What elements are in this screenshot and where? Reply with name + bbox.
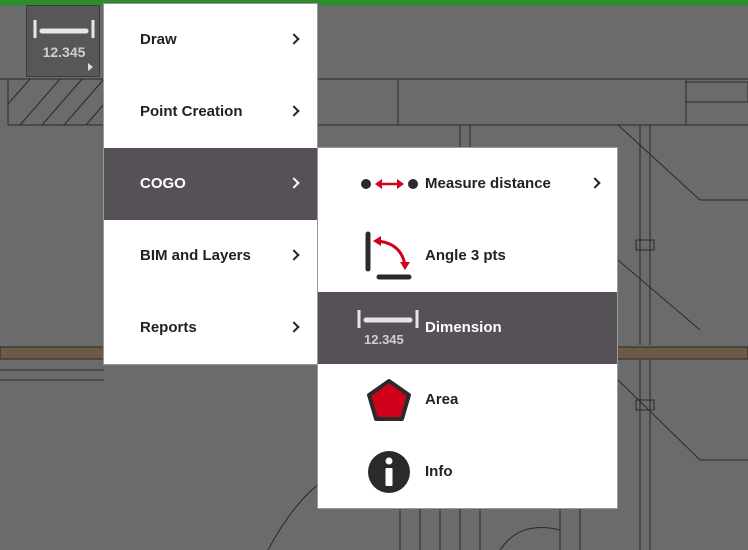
expand-corner-icon: [88, 63, 93, 71]
menu-item-label: Point Creation: [140, 103, 243, 120]
cogo-submenu: Measure distance Angle 3 pts 12.345 Dime…: [318, 148, 617, 508]
dimension-icon-value: 12.345: [364, 332, 404, 347]
submenu-item-label: Angle 3 pts: [425, 247, 506, 264]
angle-icon: [365, 231, 412, 280]
chevron-right-icon: [288, 321, 300, 333]
menu-item-label: Draw: [140, 31, 177, 48]
menu-item-reports[interactable]: Reports: [104, 292, 317, 364]
menu-item-label: BIM and Layers: [140, 247, 251, 264]
submenu-item-dimension[interactable]: 12.345 Dimension: [318, 292, 617, 364]
chevron-right-icon: [288, 249, 300, 261]
chevron-right-icon: [589, 177, 601, 189]
menu-item-bim-and-layers[interactable]: BIM and Layers: [104, 220, 317, 292]
dimension-icon: [357, 310, 419, 328]
main-menu: Draw Point Creation COGO BIM and Layers …: [104, 4, 317, 364]
info-icon: [368, 451, 410, 493]
menu-item-label: Reports: [140, 319, 197, 336]
dimension-icon: [33, 20, 95, 38]
area-pentagon-icon: [367, 379, 411, 421]
tool-value-label: 12.345: [42, 44, 86, 60]
chevron-right-icon: [288, 177, 300, 189]
chevron-right-icon: [288, 105, 300, 117]
submenu-item-area[interactable]: Area: [318, 364, 617, 436]
menu-item-cogo[interactable]: COGO: [104, 148, 317, 220]
menu-item-label: COGO: [140, 175, 186, 192]
submenu-item-info[interactable]: Info: [318, 436, 617, 508]
submenu-item-label: Info: [425, 463, 453, 480]
submenu-item-label: Dimension: [425, 319, 502, 336]
submenu-item-measure-distance[interactable]: Measure distance: [318, 148, 617, 220]
menu-item-draw[interactable]: Draw: [104, 4, 317, 76]
menu-item-point-creation[interactable]: Point Creation: [104, 76, 317, 148]
submenu-item-angle-3-pts[interactable]: Angle 3 pts: [318, 220, 617, 292]
chevron-right-icon: [288, 33, 300, 45]
measure-distance-icon: [361, 179, 418, 189]
submenu-item-label: Area: [425, 391, 459, 408]
submenu-item-label: Measure distance: [425, 175, 551, 192]
dimension-tool-button[interactable]: 12.345: [26, 5, 100, 77]
